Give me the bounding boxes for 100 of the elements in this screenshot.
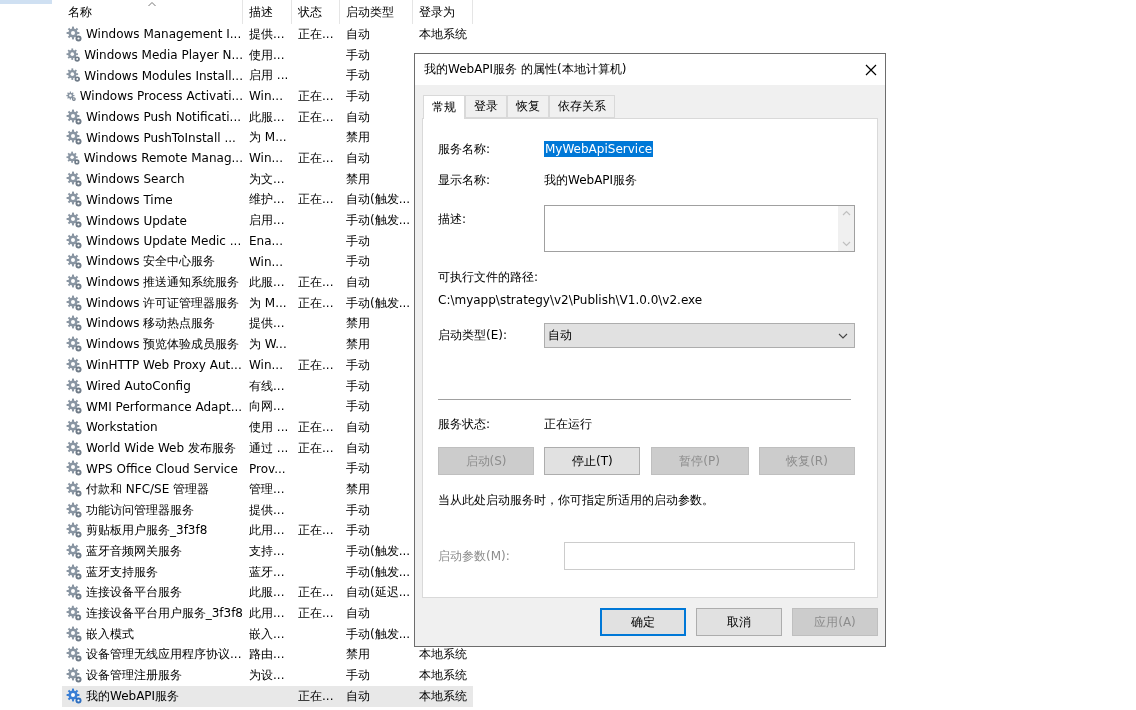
service-name: 付款和 NFC/SE 管理器 xyxy=(86,480,210,498)
service-status: 正在... xyxy=(298,88,334,103)
service-description: 为文... xyxy=(249,171,285,186)
service-description: 使用... xyxy=(249,47,285,62)
service-description: Ena... xyxy=(249,234,283,249)
service-status: 正在... xyxy=(298,357,334,372)
startup-type: 手动 xyxy=(346,68,370,83)
service-status: 正在... xyxy=(298,26,334,41)
service-name: Windows Search xyxy=(86,172,185,187)
service-description: 此服... xyxy=(249,109,285,124)
startup-type: 手动(触发... xyxy=(346,544,411,559)
service-name: Windows Process Activati... xyxy=(79,89,243,104)
startup-type: 禁用 xyxy=(346,337,370,352)
field-label: 服务状态: xyxy=(438,416,492,433)
logon-account: 本地系统 xyxy=(419,688,467,703)
service-name: Windows Time xyxy=(86,192,173,207)
service-description: 有线... xyxy=(249,378,285,393)
startup-type: 禁用 xyxy=(346,481,370,496)
service-description: 此用... xyxy=(249,523,285,538)
startup-type: 自动(触发... xyxy=(346,192,411,207)
startup-type: 自动 xyxy=(346,419,370,434)
startup-type: 自动 xyxy=(346,109,370,124)
service-description: 提供... xyxy=(249,316,285,331)
service-name: World Wide Web 发布服务 xyxy=(86,439,236,457)
startup-type: 手动 xyxy=(346,254,370,269)
startup-type: 自动 xyxy=(346,440,370,455)
service-name: Windows 许可证管理器服务 xyxy=(86,294,240,312)
service-name: Wired AutoConfig xyxy=(86,379,191,394)
logon-account: 本地系统 xyxy=(419,668,467,683)
service-name: Windows Remote Manag... xyxy=(83,151,243,166)
service-name: 设备管理注册服务 xyxy=(86,667,182,685)
service-name: Windows Push Notificati... xyxy=(86,110,242,125)
service-status: 正在... xyxy=(298,585,334,600)
service-name: WinHTTP Web Proxy Aut... xyxy=(86,358,242,373)
service-description: 启用... xyxy=(249,213,285,228)
window-title: 我的WebAPI服务 的属性(本地计算机) xyxy=(424,61,627,78)
startup-type: 禁用 xyxy=(346,316,370,331)
executable-path: C:\myapp\strategy\v2\Publish\V1.0.0\v2.exe xyxy=(438,293,703,307)
service-status-value: 正在运行 xyxy=(544,416,593,433)
service-status: 正在... xyxy=(298,275,334,290)
service-description: 管理... xyxy=(249,481,285,496)
startup-type: 禁用 xyxy=(346,171,370,186)
service-description: Win... xyxy=(249,89,283,104)
service-status: 正在... xyxy=(298,440,334,455)
startup-type: 手动 xyxy=(346,461,370,476)
service-name: 剪贴板用户服务_3f3f8 xyxy=(86,522,208,540)
service-description: Win... xyxy=(249,151,283,166)
service-name: Windows 安全中心服务 xyxy=(86,253,216,271)
service-description: 维护... xyxy=(249,192,285,207)
service-name: Windows 预览体验成员服务 xyxy=(86,336,240,354)
service-name: Windows Update xyxy=(86,213,187,228)
startup-type: 自动 xyxy=(346,275,370,290)
startup-type: 手动 xyxy=(346,357,370,372)
service-status: 正在... xyxy=(298,523,334,538)
service-description: 支持... xyxy=(249,544,285,559)
logon-account: 本地系统 xyxy=(419,26,467,41)
startup-type: 手动(触发... xyxy=(346,564,411,579)
startup-type: 手动 xyxy=(346,378,370,393)
service-description: 为 M... xyxy=(249,130,287,145)
logon-account: 本地系统 xyxy=(419,647,467,662)
hint-text: 当从此处启动服务时，你可指定所适用的启动参数。 xyxy=(438,492,715,509)
service-status: 正在... xyxy=(298,295,334,310)
field-label: 显示名称: xyxy=(438,171,492,189)
startup-type: 手动(触发... xyxy=(346,213,411,228)
service-name: Windows 移动热点服务 xyxy=(86,315,216,333)
service-name-value: MyWebApiService xyxy=(544,141,654,157)
startup-type: 自动(延迟... xyxy=(346,585,411,600)
service-name: WMI Performance Adapt... xyxy=(86,399,243,414)
service-name: 设备管理无线应用程序协议... xyxy=(86,646,242,664)
service-description: Win... xyxy=(249,358,283,373)
startup-type: 手动 xyxy=(346,47,370,62)
startup-type: 自动 xyxy=(346,26,370,41)
startup-type: 手动 xyxy=(346,668,370,683)
startup-type: 禁用 xyxy=(346,647,370,662)
service-status: 正在... xyxy=(298,192,334,207)
startup-type: 手动 xyxy=(346,502,370,517)
service-name: Windows Media Player N... xyxy=(84,48,243,63)
service-name: 连接设备平台用户服务_3f3f8 xyxy=(85,605,243,623)
startup-type: 手动 xyxy=(346,523,370,538)
service-description: 向网... xyxy=(249,399,285,414)
service-name: Windows Update Medic ... xyxy=(86,234,242,249)
service-name: Workstation xyxy=(86,420,158,435)
service-description: 启用 ... xyxy=(249,68,289,83)
field-label: 启动参数(M): xyxy=(438,547,511,565)
service-name: 功能访问管理器服务 xyxy=(86,501,194,519)
service-description: 此用... xyxy=(249,606,285,621)
service-name: 嵌入模式 xyxy=(86,625,134,643)
service-description: 此服... xyxy=(249,585,285,600)
service-name: 蓝牙支持服务 xyxy=(86,563,158,581)
field-label: 服务名称: xyxy=(438,140,492,158)
service-description: 为 M... xyxy=(249,295,287,310)
service-name: Windows Modules Install... xyxy=(84,68,243,83)
service-status: 正在... xyxy=(298,150,334,165)
service-name: 蓝牙音频网关服务 xyxy=(86,543,182,561)
service-name: 连接设备平台服务 xyxy=(86,584,182,602)
service-name: Windows 推送通知系统服务 xyxy=(86,274,240,292)
startup-type: 手动(触发... xyxy=(346,295,411,310)
service-description: 通过 ... xyxy=(249,440,289,455)
startup-type: 自动 xyxy=(346,150,370,165)
display-name-value: 我的WebAPI服务 xyxy=(544,171,639,189)
